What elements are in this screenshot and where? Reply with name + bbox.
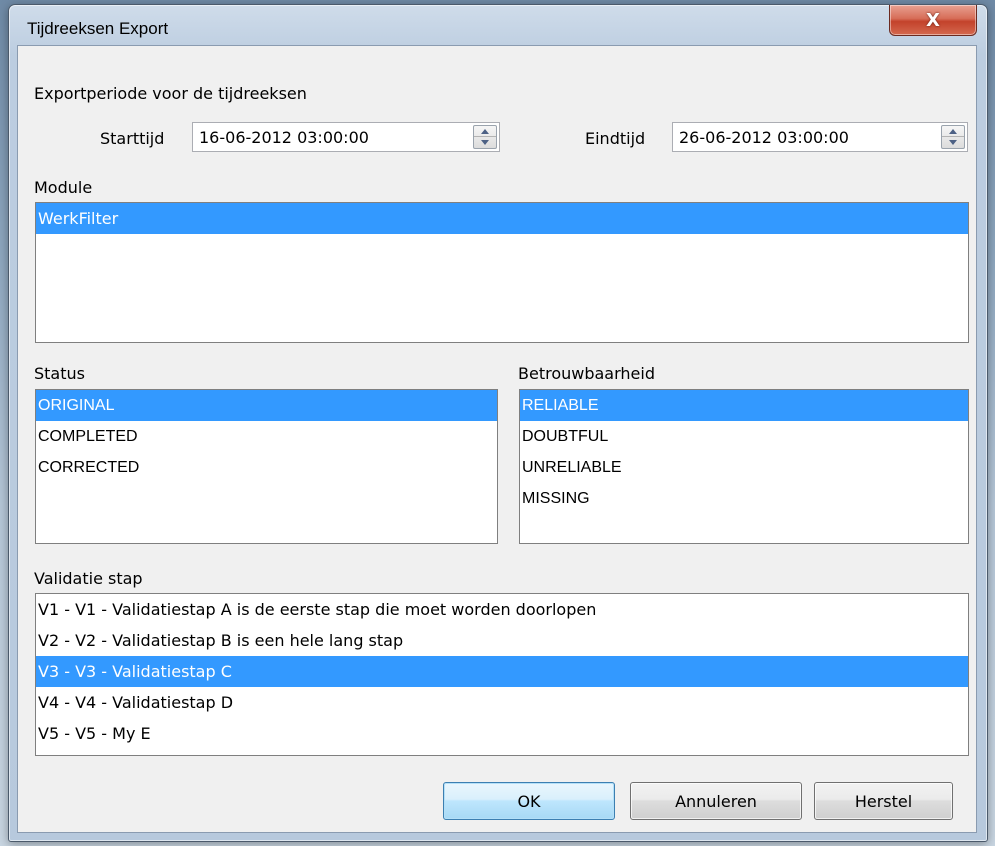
reliability-listbox[interactable]: RELIABLE DOUBTFUL UNRELIABLE MISSING bbox=[519, 389, 969, 544]
cancel-button[interactable]: Annuleren bbox=[630, 782, 802, 820]
end-time-spin-buttons bbox=[941, 125, 965, 149]
list-item[interactable]: V4 - V4 - Validatiestap D bbox=[36, 687, 968, 718]
export-dialog: Tijdreeksen Export X Exportperiode voor … bbox=[8, 4, 988, 842]
reset-button[interactable]: Herstel bbox=[814, 782, 953, 820]
module-listbox[interactable]: WerkFilter bbox=[35, 202, 969, 343]
list-item[interactable]: UNRELIABLE bbox=[520, 452, 968, 483]
start-time-label: Starttijd bbox=[100, 129, 165, 148]
close-button[interactable]: X bbox=[889, 5, 977, 36]
start-time-value: 16-06-2012 03:00:00 bbox=[199, 128, 369, 147]
list-item[interactable]: V2 - V2 - Validatiestap B is een hele la… bbox=[36, 625, 968, 656]
validation-label: Validatie stap bbox=[34, 569, 143, 588]
validation-listbox[interactable]: V1 - V1 - Validatiestap A is de eerste s… bbox=[35, 593, 969, 756]
dialog-body: Exportperiode voor de tijdreeksen Startt… bbox=[17, 45, 977, 833]
status-label: Status bbox=[34, 364, 85, 383]
end-time-down-arrow-icon[interactable] bbox=[942, 137, 964, 148]
end-time-label: Eindtijd bbox=[585, 129, 646, 148]
dialog-title: Tijdreeksen Export bbox=[27, 19, 169, 38]
reliability-label: Betrouwbaarheid bbox=[518, 364, 655, 383]
list-item[interactable]: RELIABLE bbox=[520, 390, 968, 421]
title-bar[interactable]: Tijdreeksen Export X bbox=[9, 5, 987, 45]
list-item[interactable]: MISSING bbox=[520, 483, 968, 514]
list-item[interactable]: COMPLETED bbox=[36, 421, 497, 452]
start-time-down-arrow-icon[interactable] bbox=[474, 137, 496, 148]
close-icon: X bbox=[926, 9, 940, 31]
list-item[interactable]: V3 - V3 - Validatiestap C bbox=[36, 656, 968, 687]
start-time-spin-buttons bbox=[473, 125, 497, 149]
list-item[interactable]: WerkFilter bbox=[36, 203, 968, 234]
status-listbox[interactable]: ORIGINAL COMPLETED CORRECTED bbox=[35, 389, 498, 544]
period-heading: Exportperiode voor de tijdreeksen bbox=[34, 84, 307, 103]
start-time-spinner[interactable]: 16-06-2012 03:00:00 bbox=[192, 122, 500, 152]
list-item[interactable]: CORRECTED bbox=[36, 452, 497, 483]
list-item[interactable]: V1 - V1 - Validatiestap A is de eerste s… bbox=[36, 594, 968, 625]
ok-button[interactable]: OK bbox=[443, 782, 615, 820]
end-time-spinner[interactable]: 26-06-2012 03:00:00 bbox=[672, 122, 968, 152]
list-item[interactable]: DOUBTFUL bbox=[520, 421, 968, 452]
end-time-value: 26-06-2012 03:00:00 bbox=[679, 128, 849, 147]
start-time-up-arrow-icon[interactable] bbox=[474, 126, 496, 137]
list-item[interactable]: V5 - V5 - My E bbox=[36, 718, 968, 749]
end-time-up-arrow-icon[interactable] bbox=[942, 126, 964, 137]
module-label: Module bbox=[34, 178, 93, 197]
list-item[interactable]: ORIGINAL bbox=[36, 390, 497, 421]
